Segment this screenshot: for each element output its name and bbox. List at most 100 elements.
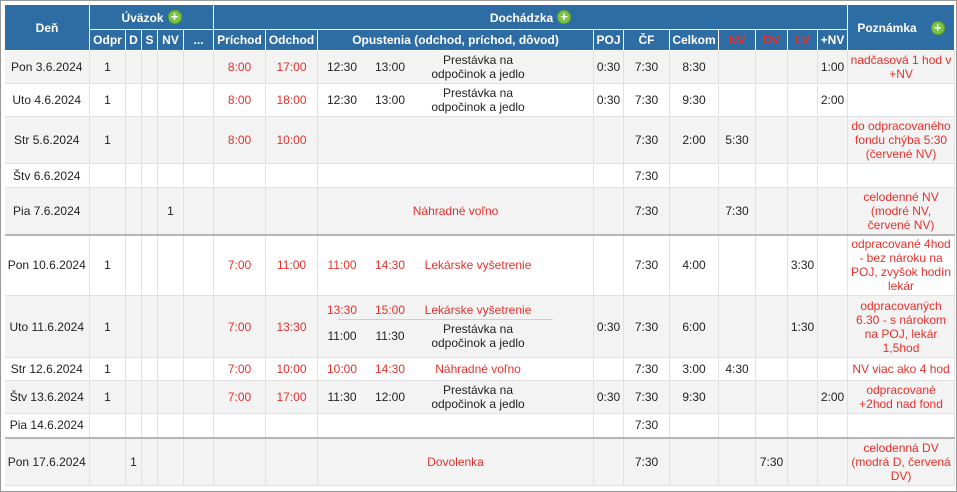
cell-odchod[interactable] — [265, 187, 319, 235]
col-header-dv[interactable]: DV — [755, 29, 789, 51]
table-row[interactable]: Pia 14.6.2024 7:30 — [4, 413, 956, 438]
cell-plusnv[interactable] — [817, 187, 849, 235]
cell-poj[interactable] — [593, 163, 625, 188]
cell-den[interactable]: Pon 10.6.2024 — [4, 233, 90, 296]
cell-dv[interactable] — [755, 163, 789, 188]
cell-odpr[interactable]: 1 — [89, 116, 126, 164]
cell-odchod[interactable]: 10:00 — [265, 357, 319, 381]
table-row[interactable]: Uto 11.6.2024 1 7:00 13:30 13:30 15:00 Lekársk… — [4, 295, 956, 358]
cell-nv[interactable] — [157, 413, 184, 438]
cell-s[interactable] — [141, 380, 158, 414]
opustenie-entry[interactable]: 11:30 12:00 Prestávka na odpočinok a jedlo — [318, 383, 593, 411]
cell-cf[interactable]: 7:30 — [623, 163, 671, 188]
opustenie-entry[interactable]: 11:00 11:30 Prestávka na odpočinok a jedlo — [318, 322, 593, 350]
cell-prichod[interactable]: 7:00 — [213, 380, 267, 414]
cell-den[interactable]: Uto 4.6.2024 — [4, 83, 90, 117]
cell-lv[interactable] — [787, 50, 819, 84]
cell-dv[interactable] — [755, 187, 789, 235]
table-row[interactable]: Pon 10.6.2024 1 7:00 11:00 11:00 14:30 Lekársk… — [4, 233, 956, 296]
cell-plusnv[interactable]: 2:00 — [817, 380, 849, 414]
cell-lv[interactable] — [787, 116, 819, 164]
cell-poznamka[interactable]: NV viac ako 4 hod — [847, 357, 956, 381]
cell-odpr[interactable]: 1 — [89, 50, 126, 84]
opustenie-entry[interactable]: Dovolenka — [318, 455, 593, 469]
cell-nv-hours[interactable] — [718, 163, 757, 188]
cell-poj[interactable]: 0:30 — [593, 380, 625, 414]
cell-prichod[interactable] — [213, 187, 267, 235]
cell-den[interactable]: Pia 7.6.2024 — [4, 187, 90, 235]
cell-lv[interactable] — [787, 163, 819, 188]
cell-poj[interactable] — [593, 436, 625, 486]
cell-celkom[interactable]: 8:30 — [669, 50, 720, 84]
cell-lv[interactable] — [787, 187, 819, 235]
cell-cf[interactable]: 7:30 — [623, 187, 671, 235]
col-header-more[interactable]: ... — [182, 29, 215, 51]
cell-s[interactable] — [141, 295, 158, 358]
cell-celkom[interactable]: 9:30 — [669, 380, 720, 414]
cell-s[interactable] — [141, 187, 158, 235]
cell-d[interactable] — [125, 116, 142, 164]
cell-opustenia[interactable]: 12:30 13:00 Prestávka na odpočinok a jedlo — [317, 50, 595, 84]
cell-nv[interactable] — [157, 116, 184, 164]
cell-poj[interactable]: 0:30 — [593, 83, 625, 117]
cell-opustenia[interactable]: Náhradné voľno — [317, 187, 595, 235]
cell-odchod[interactable]: 10:00 — [265, 116, 319, 164]
table-row[interactable]: Uto 4.6.2024 1 8:00 18:00 12:30 13:00 Prestávk… — [4, 83, 956, 117]
cell-celkom[interactable]: 3:00 — [669, 357, 720, 381]
cell-cf[interactable]: 7:30 — [623, 83, 671, 117]
cell-lv[interactable] — [787, 436, 819, 486]
cell-prichod[interactable] — [213, 436, 267, 486]
cell-plusnv[interactable]: 2:00 — [817, 83, 849, 117]
cell-nv-hours[interactable] — [718, 83, 757, 117]
cell-celkom[interactable]: 2:00 — [669, 116, 720, 164]
cell-prichod[interactable] — [213, 413, 267, 438]
cell-odchod[interactable]: 18:00 — [265, 83, 319, 117]
cell-d[interactable] — [125, 233, 142, 296]
table-row[interactable]: Pon 3.6.2024 1 8:00 17:00 12:30 13:00 Prestávk… — [4, 50, 956, 84]
col-header-opustenia[interactable]: Opustenia (odchod, príchod, dôvod) — [317, 29, 595, 51]
cell-nv-hours[interactable]: 7:30 — [718, 187, 757, 235]
cell-nv-hours[interactable] — [718, 295, 757, 358]
cell-plusnv[interactable] — [817, 357, 849, 381]
cell-lv[interactable] — [787, 357, 819, 381]
cell-s[interactable] — [141, 116, 158, 164]
cell-odchod[interactable]: 17:00 — [265, 380, 319, 414]
cell-dv[interactable] — [755, 413, 789, 438]
cell-poznamka[interactable] — [847, 163, 956, 188]
cell-nv-hours[interactable]: 4:30 — [718, 357, 757, 381]
cell-dv[interactable] — [755, 116, 789, 164]
cell-opustenia[interactable] — [317, 413, 595, 438]
cell-celkom[interactable]: 6:00 — [669, 295, 720, 358]
cell-cf[interactable]: 7:30 — [623, 413, 671, 438]
cell-s[interactable] — [141, 436, 158, 486]
cell-lv[interactable]: 3:30 — [787, 233, 819, 296]
cell-cf[interactable]: 7:30 — [623, 50, 671, 84]
cell-poznamka[interactable]: celodenné NV (modré NV, červené NV) — [847, 187, 956, 235]
cell-nv[interactable] — [157, 233, 184, 296]
cell-prichod[interactable]: 8:00 — [213, 83, 267, 117]
cell-celkom[interactable] — [669, 436, 720, 486]
cell-poznamka[interactable]: do odpracovaného fondu chýba 5:30 (červe… — [847, 116, 956, 164]
cell-odchod[interactable]: 11:00 — [265, 233, 319, 296]
cell-opustenia[interactable]: 11:30 12:00 Prestávka na odpočinok a jedlo — [317, 380, 595, 414]
cell-odpr[interactable]: 1 — [89, 233, 126, 296]
add-poznamka-icon[interactable]: + — [930, 20, 945, 35]
cell-den[interactable]: Pon 3.6.2024 — [4, 50, 90, 84]
opustenie-entry[interactable]: 11:00 14:30 Lekárske vyšetrenie — [318, 258, 593, 272]
cell-nv-hours[interactable] — [718, 436, 757, 486]
cell-den[interactable]: Pon 17.6.2024 — [4, 436, 90, 486]
cell-plusnv[interactable]: 1:00 — [817, 50, 849, 84]
cell-lv[interactable]: 1:30 — [787, 295, 819, 358]
cell-nv-hours[interactable] — [718, 50, 757, 84]
cell-opustenia[interactable] — [317, 116, 595, 164]
cell-dv[interactable] — [755, 357, 789, 381]
cell-dv[interactable] — [755, 50, 789, 84]
opustenie-entry[interactable]: 10:00 14:30 Náhradné voľno — [318, 362, 593, 376]
cell-poznamka[interactable] — [847, 83, 956, 117]
cell-plusnv[interactable] — [817, 233, 849, 296]
cell-den[interactable]: Štv 13.6.2024 — [4, 380, 90, 414]
cell-odchod[interactable]: 13:30 — [265, 295, 319, 358]
cell-poj[interactable] — [593, 187, 625, 235]
cell-den[interactable]: Str 12.6.2024 — [4, 357, 90, 381]
cell-opustenia[interactable]: Dovolenka — [317, 436, 595, 486]
